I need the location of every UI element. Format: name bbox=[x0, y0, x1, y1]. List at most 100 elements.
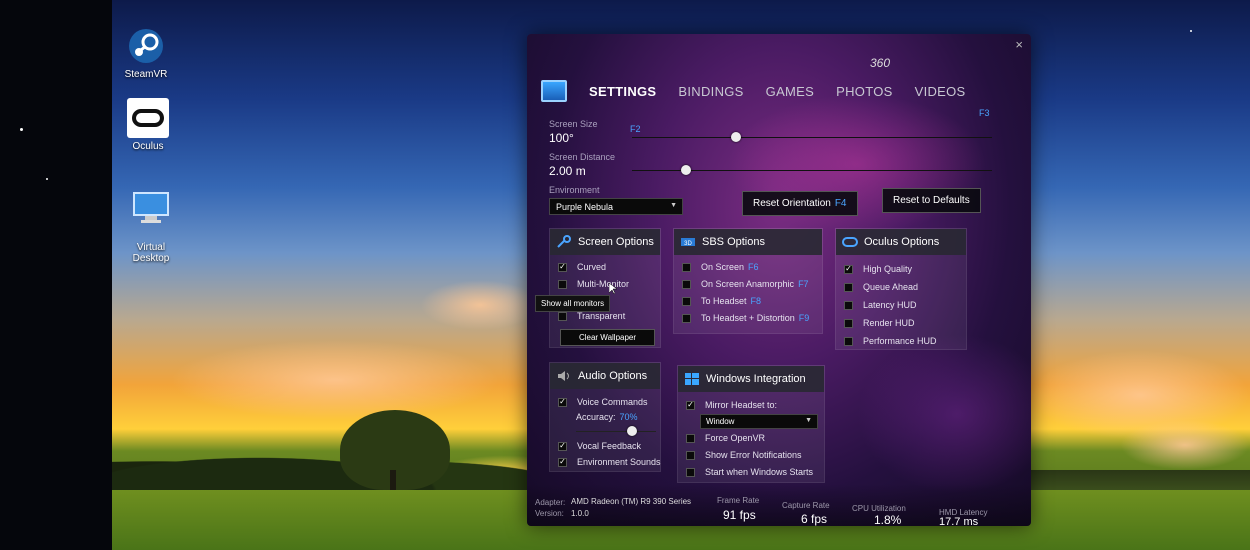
force-openvr-checkbox[interactable] bbox=[686, 433, 695, 443]
sbs-option-label: On Screen bbox=[701, 262, 745, 272]
close-button[interactable]: × bbox=[1015, 37, 1023, 52]
sbs-option-key: F7 bbox=[798, 279, 809, 289]
tab-games[interactable]: GAMES bbox=[766, 84, 814, 99]
tab-bindings[interactable]: BINDINGS bbox=[678, 84, 743, 99]
steamvr-icon bbox=[125, 26, 167, 66]
environment-sounds-checkbox[interactable]: ✓ bbox=[558, 457, 567, 467]
queue-ahead-row[interactable]: Queue Ahead bbox=[844, 282, 918, 292]
multi-monitor-checkbox[interactable] bbox=[558, 279, 567, 289]
desktop-icon-oculus[interactable]: Oculus bbox=[113, 98, 183, 152]
transparent-checkbox-row[interactable]: Transparent bbox=[558, 311, 625, 321]
environment-sounds-label: Environment Sounds bbox=[577, 457, 661, 467]
oculus-icon bbox=[127, 98, 169, 138]
environment-dropdown[interactable]: Purple Nebula ▼ bbox=[549, 198, 683, 215]
cloud bbox=[1120, 420, 1250, 470]
clear-wallpaper-button[interactable]: Clear Wallpaper bbox=[560, 329, 655, 346]
star bbox=[1190, 30, 1192, 32]
force-openvr-row[interactable]: Force OpenVR bbox=[686, 433, 765, 443]
curved-checkbox-row[interactable]: ✓ Curved bbox=[558, 262, 606, 272]
sbs-options-group: 3D SBS Options On Screen F6 On Screen Ana… bbox=[673, 228, 823, 334]
oculus-options-header: Oculus Options bbox=[836, 229, 966, 255]
sbs-checkbox[interactable] bbox=[682, 262, 691, 272]
voice-commands-row[interactable]: ✓ Voice Commands bbox=[558, 397, 648, 407]
sbs-checkbox[interactable] bbox=[682, 279, 691, 289]
vocal-feedback-row[interactable]: ✓ Vocal Feedback bbox=[558, 441, 641, 451]
mirror-target-value: Window bbox=[706, 417, 735, 426]
high-quality-label: High Quality bbox=[863, 264, 913, 274]
sbs-checkbox[interactable] bbox=[682, 313, 691, 323]
version-value: 1.0.0 bbox=[571, 509, 589, 518]
accuracy-slider[interactable] bbox=[576, 431, 656, 432]
high-quality-row[interactable]: ✓ High Quality bbox=[844, 264, 912, 274]
sbs-option-label: To Headset + Distortion bbox=[701, 313, 795, 323]
screen-size-value: 100° bbox=[549, 131, 574, 145]
reset-orientation-button[interactable]: Reset Orientation F4 bbox=[742, 191, 858, 216]
sbs-option-key: F9 bbox=[798, 313, 810, 323]
show-errors-row[interactable]: Show Error Notifications bbox=[686, 450, 802, 460]
sbs-icon: 3D bbox=[681, 238, 695, 247]
windows-integration-header: Windows Integration bbox=[678, 366, 824, 392]
performance-hud-checkbox[interactable] bbox=[844, 336, 853, 346]
tab-videos[interactable]: VIDEOS bbox=[915, 84, 966, 99]
performance-hud-label: Performance HUD bbox=[863, 336, 937, 346]
screen-size-slider[interactable] bbox=[632, 137, 992, 138]
monitor-icon bbox=[541, 80, 567, 102]
queue-ahead-checkbox[interactable] bbox=[844, 282, 853, 292]
tab-photos[interactable]: PHOTOS bbox=[836, 84, 892, 99]
audio-options-title: Audio Options bbox=[578, 370, 648, 382]
nebula-glow bbox=[857, 334, 1031, 494]
sbs-option-row[interactable]: On Screen F6 bbox=[682, 262, 759, 272]
tree-line bbox=[112, 440, 532, 490]
transparent-checkbox[interactable] bbox=[558, 311, 567, 321]
render-hud-row[interactable]: Render HUD bbox=[844, 318, 915, 328]
mirror-headset-checkbox[interactable]: ✓ bbox=[686, 400, 695, 410]
environment-sounds-row[interactable]: ✓ Environment Sounds bbox=[558, 457, 661, 467]
virtual-desktop-settings-panel: × SETTINGS BINDINGS GAMES PHOTOS VIDEOS … bbox=[527, 34, 1031, 526]
curved-checkbox[interactable]: ✓ bbox=[558, 262, 567, 272]
environment-value: Purple Nebula bbox=[556, 202, 614, 212]
mirror-target-dropdown[interactable]: Window ▼ bbox=[700, 414, 818, 429]
hmd-latency-value: 17.7 ms bbox=[939, 516, 979, 526]
audio-options-group: Audio Options ✓ Voice Commands Accuracy: 7… bbox=[549, 362, 661, 472]
desktop-icon-steamvr[interactable]: SteamVR bbox=[111, 26, 181, 80]
multi-monitor-checkbox-row[interactable]: Multi-Monitor bbox=[558, 279, 629, 289]
mirror-headset-row[interactable]: ✓ Mirror Headset to: bbox=[686, 400, 777, 410]
force-openvr-label: Force OpenVR bbox=[705, 433, 766, 443]
monitor-icon bbox=[130, 188, 172, 228]
mirror-headset-label: Mirror Headset to: bbox=[705, 400, 778, 410]
desktop-icon-label: Oculus bbox=[132, 141, 164, 152]
sbs-option-key: F8 bbox=[750, 296, 762, 306]
sbs-option-label: To Headset bbox=[701, 296, 747, 306]
multi-monitor-label: Multi-Monitor bbox=[577, 279, 630, 289]
vocal-feedback-checkbox[interactable]: ✓ bbox=[558, 441, 567, 451]
sbs-checkbox[interactable] bbox=[682, 296, 691, 306]
sbs-option-row[interactable]: To Headset F8 bbox=[682, 296, 761, 306]
performance-hud-row[interactable]: Performance HUD bbox=[844, 336, 937, 346]
tab-settings[interactable]: SETTINGS bbox=[589, 84, 656, 99]
sbs-option-row[interactable]: To Headset + Distortion F9 bbox=[682, 313, 809, 323]
desktop-icon-virtual-desktop[interactable]: Virtual Desktop bbox=[116, 177, 186, 275]
latency-hud-checkbox[interactable] bbox=[844, 300, 853, 310]
sbs-option-row[interactable]: On Screen Anamorphic F7 bbox=[682, 279, 809, 289]
reset-defaults-button[interactable]: Reset to Defaults bbox=[882, 188, 981, 213]
screen-options-header: Screen Options bbox=[550, 229, 660, 255]
accuracy-slider-handle[interactable] bbox=[627, 426, 637, 436]
windows-icon bbox=[685, 373, 699, 385]
screen-distance-slider-handle[interactable] bbox=[681, 165, 691, 175]
reset-orientation-key: F4 bbox=[834, 198, 847, 209]
voice-commands-label: Voice Commands bbox=[577, 397, 648, 407]
latency-hud-row[interactable]: Latency HUD bbox=[844, 300, 917, 310]
start-with-windows-row[interactable]: Start when Windows Starts bbox=[686, 467, 813, 477]
chevron-down-icon: ▼ bbox=[805, 417, 812, 424]
multi-monitor-tooltip: Show all monitors bbox=[535, 295, 611, 312]
main-tabs: SETTINGS BINDINGS GAMES PHOTOS VIDEOS bbox=[541, 76, 988, 106]
adapter-label: Adapter: bbox=[535, 498, 566, 507]
high-quality-checkbox[interactable]: ✓ bbox=[844, 264, 853, 274]
voice-commands-checkbox[interactable]: ✓ bbox=[558, 397, 567, 407]
render-hud-checkbox[interactable] bbox=[844, 318, 853, 328]
screen-size-key-left: F2 bbox=[630, 124, 641, 134]
show-errors-checkbox[interactable] bbox=[686, 450, 695, 460]
wrench-icon bbox=[557, 235, 571, 248]
start-with-windows-checkbox[interactable] bbox=[686, 467, 695, 477]
star bbox=[20, 128, 23, 131]
